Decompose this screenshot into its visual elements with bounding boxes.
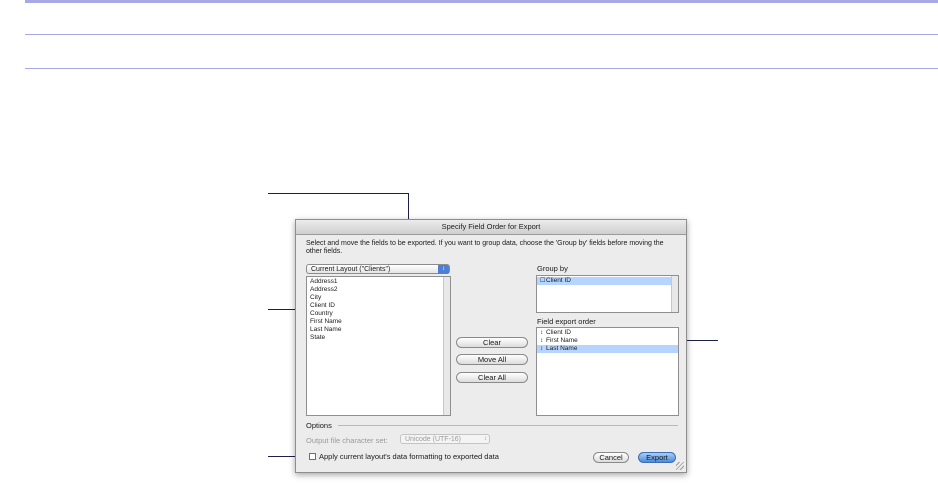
charset-label: Output file character set: — [306, 436, 388, 445]
available-fields-list[interactable]: Address1 Address2 City Client ID Country Firs… — [306, 276, 451, 416]
cancel-button[interactable]: Cancel — [593, 452, 629, 463]
export-field-order-dialog: Specify Field Order for Export Select an… — [295, 219, 687, 473]
list-item-label: First Name — [310, 318, 342, 325]
group-by-scrollbar[interactable] — [671, 276, 678, 312]
list-item[interactable]: State — [307, 334, 450, 342]
list-item-label: Country — [310, 310, 333, 317]
popup-arrows-icon: ↕ — [438, 265, 449, 274]
rule-3 — [25, 68, 938, 69]
list-item[interactable]: ↕ Last Name — [537, 345, 678, 353]
options-label: Options — [306, 421, 332, 430]
charset-popup[interactable]: Unicode (UTF-16) ↕ — [400, 434, 490, 444]
apply-formatting-checkbox[interactable] — [309, 453, 316, 460]
list-item[interactable]: Address1 — [307, 278, 450, 286]
instructions-text: Select and move the fields to be exporte… — [306, 240, 664, 255]
list-item[interactable]: Country — [307, 310, 450, 318]
list-item-label: City — [310, 294, 322, 301]
layout-popup-value: Current Layout ("Clients") — [311, 266, 391, 273]
list-item-label: Address1 — [310, 278, 338, 285]
field-export-order-label: Field export order — [537, 317, 596, 326]
dialog-title: Specify Field Order for Export — [296, 220, 686, 235]
top-rule — [25, 0, 938, 3]
list-item[interactable]: Last Name — [307, 326, 450, 334]
list-item[interactable]: ↕ First Name — [537, 337, 678, 345]
list-item[interactable]: ☐Client ID — [537, 277, 678, 285]
available-fields-scrollbar[interactable] — [443, 277, 450, 415]
list-item[interactable]: City — [307, 294, 450, 302]
layout-popup[interactable]: Current Layout ("Clients") ↕ — [306, 264, 450, 274]
export-button[interactable]: Export — [638, 452, 676, 463]
list-item[interactable]: Client ID — [307, 302, 450, 310]
list-item[interactable]: Address2 — [307, 286, 450, 294]
list-item-label: State — [310, 334, 326, 341]
list-item[interactable]: First Name — [307, 318, 450, 326]
field-export-order-list[interactable]: ↕ Client ID ↕ First Name ↕ Last Name — [536, 327, 679, 416]
charset-arrows-icon: ↕ — [484, 436, 487, 442]
list-item-label: Address2 — [310, 286, 338, 293]
list-item-label: Client ID — [546, 277, 571, 284]
group-by-list[interactable]: ☐Client ID — [536, 275, 679, 313]
group-by-label: Group by — [537, 264, 568, 273]
rule-2 — [25, 34, 938, 35]
move-all-button[interactable]: Move All — [456, 354, 528, 365]
list-item-label: Client ID — [546, 329, 571, 336]
clear-all-button[interactable]: Clear All — [456, 372, 528, 383]
resize-grip-icon[interactable] — [676, 462, 684, 470]
list-item[interactable]: ↕ Client ID — [537, 329, 678, 337]
charset-value: Unicode (UTF-16) — [405, 436, 462, 443]
list-item-label: Last Name — [546, 345, 578, 352]
options-separator — [338, 425, 678, 426]
list-item-label: Client ID — [310, 302, 335, 309]
apply-formatting-label: Apply current layout's data formatting t… — [319, 452, 499, 461]
list-item-label: First Name — [546, 337, 578, 344]
clear-button[interactable]: Clear — [456, 337, 528, 348]
list-item-label: Last Name — [310, 326, 342, 333]
